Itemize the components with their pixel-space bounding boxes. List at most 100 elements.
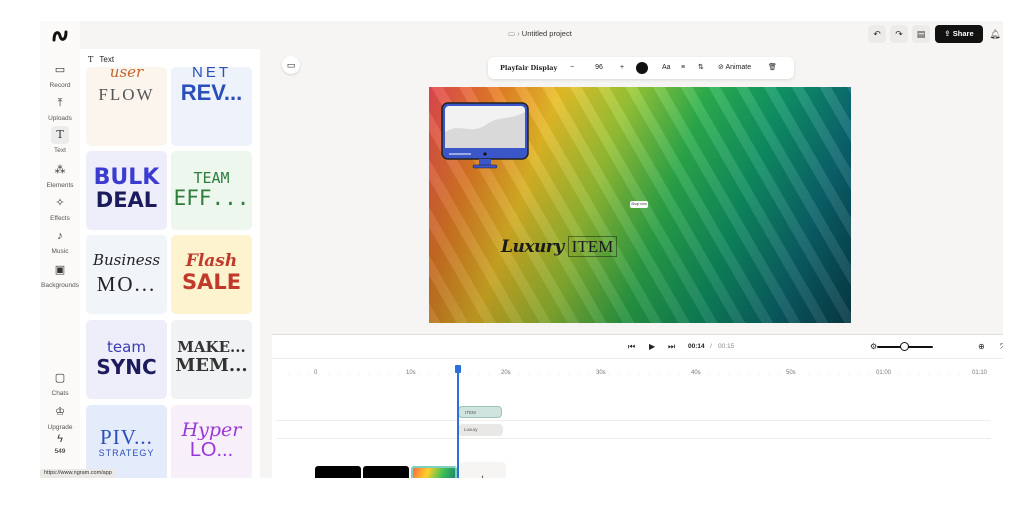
font-size-input[interactable]: 96 [584,57,614,79]
font-size-decrease-button[interactable]: − [566,57,578,79]
text-template-tile[interactable]: TEAM EFF... [171,151,252,230]
text-color-swatch[interactable] [636,62,648,74]
crown-icon: ♔ [55,406,65,418]
playhead[interactable] [457,366,459,478]
clip-item[interactable]: ITEM [458,406,502,418]
canvas-tag-button[interactable]: Shop now [630,201,648,208]
font-family-select[interactable]: Playfair Display ⌄ [496,57,562,94]
rail-item-record[interactable]: ▭ Record [40,61,80,89]
text-template-tile[interactable]: Business MO... [86,235,167,314]
add-scene-button[interactable]: + [459,462,506,478]
rail-item-elements[interactable]: ⁂ Elements [40,161,80,189]
share-icon: ⇪ [944,29,951,38]
device-preview-button[interactable]: ▭ [282,56,300,74]
skip-forward-button[interactable]: ⏭︎ [668,341,675,353]
credits-counter[interactable]: ϟ 549 [40,433,80,455]
text-template-tile[interactable]: Flash SALE [171,235,252,314]
rail-item-upgrade[interactable]: ♔ Upgrade [40,403,80,431]
editor-app: ▭ Record ⤒ Uploads T Text ⁂ Elements ✧ E… [40,21,1003,478]
rail-item-backgrounds[interactable]: ▣ Backgrounds [40,261,80,289]
align-icon[interactable]: ≡ [681,57,691,79]
clip-luxury[interactable]: Luxury [458,424,503,436]
save-button[interactable]: ▤ [912,25,930,43]
ruler-tick: 01:10 [972,370,988,376]
item-text[interactable]: ITEM [567,236,618,257]
monitor-illustration[interactable] [441,102,529,170]
video-icon: ▭ [54,64,66,76]
panel-title: Text [99,55,115,64]
total-time: 00:15 [718,343,735,350]
template-line-2: DEAL [95,190,158,211]
app-logo-icon[interactable] [50,27,70,47]
template-line-1: NET [192,67,231,80]
text-template-tile[interactable]: user FLOW [86,67,167,146]
chevron-right-icon: › [517,29,520,38]
slide-canvas[interactable]: Shop now Luxury ITEM [429,87,851,323]
font-family-value: Playfair Display [500,64,558,72]
skip-back-button[interactable]: ⏮︎ [628,341,635,353]
zoom-slider-handle[interactable] [900,342,909,351]
template-line-2: SALE [181,272,242,293]
monitor-icon: ▭ [286,60,296,70]
track-divider [276,420,991,421]
template-line-2: REV... [180,82,243,104]
spacing-icon[interactable]: ⇅ [698,57,708,79]
delete-icon[interactable]: 🗑︎ [768,57,778,79]
timeline-ruler: 0 10s 20s 30s 40s 50s 01:00 01:10 [272,370,1003,380]
font-size-increase-button[interactable]: + [616,57,628,79]
chat-icon: ▢ [54,372,66,384]
magic-wand-icon: ✧ [55,197,65,209]
template-line-1: Hyper [181,421,242,440]
ruler-tick: 0 [314,370,318,376]
save-icon: ▤ [916,29,926,39]
template-line-2: MO... [96,274,157,295]
top-bar: ▭ › Untitled project ↶ ↷ ▤ ⇪ Share 🔔︎ [260,21,1003,49]
template-line-1: team [107,340,146,355]
bell-icon: 🔔︎ [989,29,1001,39]
text-template-tile[interactable]: MAKE... MEM... [171,320,252,399]
play-button[interactable]: ▶ [649,341,655,353]
music-note-icon: ♪ [57,230,63,242]
fit-to-screen-icon[interactable]: ⤧ [1000,341,1003,353]
status-url: https://www.ngram.com/app [40,469,116,478]
scene-thumbnail[interactable]: 5 s [315,466,361,478]
rail-item-text[interactable]: T Text [40,126,80,154]
canvas-stage: ▭ Playfair Display ⌄ − 96 + Aa ≡ ⇅ ⊘ Ani… [270,49,1003,357]
template-line-1: user [109,67,144,80]
rail-item-label: Backgrounds [41,282,79,289]
scene-thumbnail[interactable]: 5 s [363,466,409,478]
scene-thumbnail-active[interactable]: 5 s [411,466,457,478]
project-title-area[interactable]: ▭ › Untitled project [508,29,572,38]
playback-controls: ⏮︎ ▶ ⏭︎ 00:14 / 00:15 ⚙︎ ⊖ ⊕ ⤧ [272,335,1003,359]
lightning-icon: ϟ [57,433,63,445]
share-label: Share [952,29,974,38]
template-line-1: PIV... [100,427,153,448]
rail-item-label: Record [49,82,71,89]
redo-button[interactable]: ↷ [890,25,908,43]
redo-icon: ↷ [895,29,903,39]
template-line-2: FLOW [98,86,155,103]
notification-button[interactable]: 🔔︎ [986,25,1003,43]
rail-item-label: Music [51,248,69,255]
text-template-tile[interactable]: BULK DEAL [86,151,167,230]
share-button[interactable]: ⇪ Share [935,25,983,43]
shapes-icon: ⁂ [54,164,66,176]
undo-icon: ↶ [873,29,881,39]
rail-item-label: Upgrade [47,424,73,431]
undo-button[interactable]: ↶ [868,25,886,43]
rail-item-uploads[interactable]: ⤒ Uploads [40,94,80,122]
text-template-tile[interactable]: PIV... STRATEGY [86,405,167,478]
template-line-1: MAKE... [177,340,246,355]
text-template-tile[interactable]: Hyper LO... [171,405,252,478]
track-divider [276,438,991,439]
rail-item-music[interactable]: ♪ Music [40,227,80,255]
text-template-tile[interactable]: team SYNC [86,320,167,399]
luxury-script-text[interactable]: Luxury [501,237,564,257]
rail-item-effects[interactable]: ✧ Effects [40,194,80,222]
rail-item-chats[interactable]: ▢ Chats [40,369,80,397]
text-case-button[interactable]: Aa [662,57,674,79]
animate-button[interactable]: ⊘ Animate [718,57,762,79]
zoom-in-icon[interactable]: ⊕ [978,341,985,353]
text-template-tile[interactable]: NET REV... [171,67,252,146]
luxury-item-text[interactable]: Luxury ITEM [501,236,618,257]
